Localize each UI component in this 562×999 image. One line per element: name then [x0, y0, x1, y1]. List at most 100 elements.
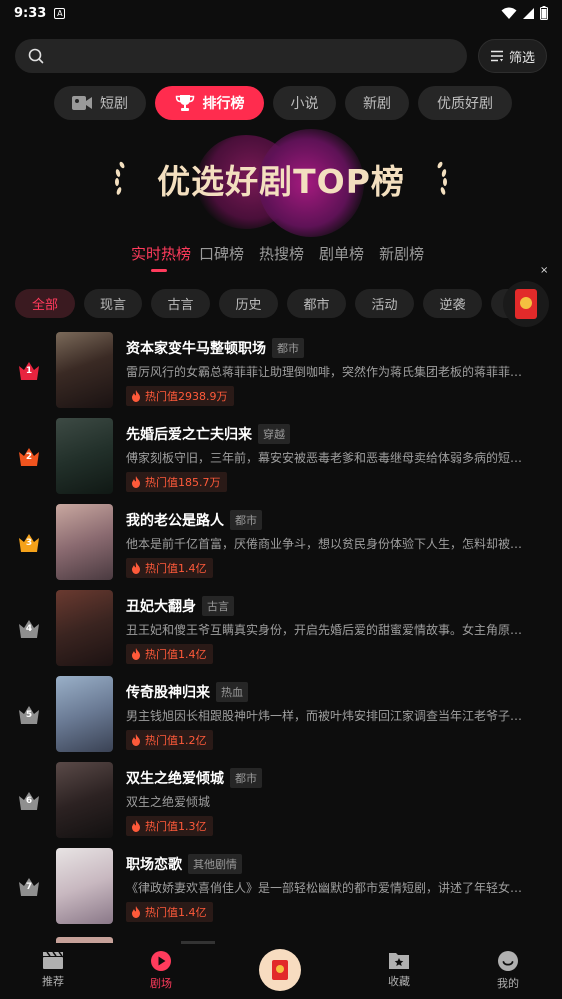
- list-item[interactable]: 4 丑妃大翻身 古言 丑王妃和傻王爷互瞒真实身份，开启先婚后爱的甜蜜爱情故事。女…: [0, 590, 562, 668]
- floating-red-envelope[interactable]: [503, 281, 549, 327]
- hot-value-badge: 热门值185.7万: [126, 472, 227, 492]
- hot-value-badge: 热门值1.2亿: [126, 730, 213, 750]
- red-envelope-icon: [515, 289, 537, 319]
- drama-description: 《律政娇妻欢喜俏佳人》是一部轻松幽默的都市爱情短剧，讲述了年轻女…: [126, 881, 523, 895]
- genre-chip[interactable]: 都市: [287, 289, 346, 318]
- tab-quality-drama[interactable]: 优质好剧: [418, 86, 512, 120]
- list-item[interactable]: 7 职场恋歌 其他剧情 《律政娇妻欢喜俏佳人》是一部轻松幽默的都市爱情短剧，讲述…: [0, 848, 562, 926]
- drama-title: 我的老公是路人: [126, 513, 224, 529]
- play-circle-icon: [151, 951, 171, 971]
- genre-chip[interactable]: 逆袭: [423, 289, 482, 318]
- genre-chip[interactable]: 活动: [355, 289, 414, 318]
- clapperboard-icon: [43, 951, 63, 969]
- drama-description: 傅家刻板守旧，三年前，幕安安被恶毒老爹和恶毒继母卖给体弱多病的短…: [126, 451, 523, 465]
- genre-filter-row: 全部 现言 古言 历史 都市 活动 逆袭 言: [15, 289, 527, 319]
- genre-chip[interactable]: 历史: [219, 289, 278, 318]
- video-camera-icon: [72, 96, 92, 110]
- tab-short-drama[interactable]: 短剧: [54, 86, 146, 120]
- flame-icon: [132, 476, 140, 488]
- search-box[interactable]: [15, 39, 467, 73]
- nav-red-envelope[interactable]: [259, 949, 301, 991]
- flame-icon: [132, 562, 140, 574]
- list-item[interactable]: 3 我的老公是路人 都市 他本是前千亿首富，厌倦商业争斗，想以贫民身份体验下人生…: [0, 504, 562, 582]
- genre-tag: 穿越: [258, 424, 290, 444]
- subtab-hot-search[interactable]: 热搜榜: [259, 243, 304, 264]
- drama-poster[interactable]: [56, 676, 113, 752]
- drama-poster[interactable]: [56, 762, 113, 838]
- rank-number: 1: [25, 366, 33, 376]
- drama-poster[interactable]: [56, 590, 113, 666]
- drama-title: 资本家变牛马整顿职场: [126, 341, 266, 357]
- hot-value: 热门值1.3亿: [145, 820, 207, 833]
- genre-chip[interactable]: 古言: [151, 289, 210, 318]
- ranking-banner: 优选好剧TOP榜: [0, 125, 562, 237]
- hot-value-badge: 热门值1.4亿: [126, 902, 213, 922]
- rank-badge: 7: [18, 876, 40, 898]
- subtab-playlist[interactable]: 剧单榜: [319, 243, 364, 264]
- rank-badge: 2: [18, 446, 40, 468]
- flame-icon: [132, 734, 140, 746]
- genre-chip-all[interactable]: 全部: [15, 289, 75, 318]
- rank-number: 7: [25, 882, 33, 892]
- nav-favorites[interactable]: 收藏: [369, 950, 429, 989]
- flame-icon: [132, 390, 140, 402]
- wifi-icon: [501, 7, 517, 19]
- smiley-icon: [498, 951, 518, 971]
- rank-number: 6: [25, 796, 33, 806]
- signal-icon: [523, 7, 534, 19]
- partial-poster: [56, 937, 113, 943]
- genre-tag: 古言: [202, 596, 234, 616]
- rank-badge: 1: [18, 360, 40, 382]
- subtab-realtime-hot[interactable]: 实时热榜: [131, 243, 191, 272]
- drama-title: 先婚后爱之亡夫归来: [126, 427, 252, 443]
- tab-novel[interactable]: 小说: [273, 86, 336, 120]
- subtab-new-drama[interactable]: 新剧榜: [379, 243, 424, 264]
- filter-label: 筛选: [508, 50, 535, 66]
- genre-tag: 都市: [230, 768, 262, 788]
- list-item[interactable]: 2 先婚后爱之亡夫归来 穿越 傅家刻板守旧，三年前，幕安安被恶毒老爹和恶毒继母卖…: [0, 418, 562, 496]
- rank-number: 5: [25, 710, 33, 720]
- status-bar: 9:33 A: [0, 0, 562, 26]
- hot-value: 热门值1.4亿: [145, 648, 207, 661]
- list-item[interactable]: 6 双生之绝爱倾城 都市 双生之绝爱倾城 热门值1.3亿: [0, 762, 562, 840]
- genre-chip[interactable]: 现言: [84, 289, 142, 318]
- drama-title: 传奇股神归来: [126, 685, 210, 701]
- rank-badge: 3: [18, 532, 40, 554]
- nav-theater[interactable]: 剧场: [131, 950, 191, 991]
- search-input[interactable]: [52, 48, 432, 64]
- red-envelope-icon: [272, 960, 288, 980]
- nav-label: 我的: [497, 977, 519, 990]
- list-item[interactable]: 1 资本家变牛马整顿职场 都市 雷厉风行的女霸总蒋菲菲让助理倒咖啡，突然作为蒋氏…: [0, 332, 562, 410]
- notification-a-icon: A: [54, 7, 66, 19]
- hot-value: 热门值1.4亿: [145, 562, 207, 575]
- list-item[interactable]: 5 传奇股神归来 热血 男主钱旭因长相跟股神叶炜一样，而被叶炜安排回江家调查当年…: [0, 676, 562, 754]
- nav-recommend[interactable]: 推荐: [23, 950, 83, 989]
- rank-number: 3: [25, 538, 33, 548]
- tab-ranking[interactable]: 排行榜: [155, 86, 264, 120]
- nav-mine[interactable]: 我的: [478, 950, 538, 991]
- drama-description: 他本是前千亿首富，厌倦商业争斗，想以贫民身份体验下人生，怎料却被…: [126, 537, 523, 551]
- close-float-icon[interactable]: ×: [540, 265, 548, 276]
- nav-label: 剧场: [150, 977, 172, 990]
- filter-button[interactable]: 筛选: [478, 39, 547, 73]
- rank-badge: 6: [18, 790, 40, 812]
- flame-icon: [132, 648, 140, 660]
- top-tabs: 短剧 排行榜 小说 新剧 优质好剧: [54, 86, 512, 120]
- hot-value: 热门值1.2亿: [145, 734, 207, 747]
- genre-tag: 都市: [230, 510, 262, 530]
- hot-value-badge: 热门值1.3亿: [126, 816, 213, 836]
- drama-poster[interactable]: [56, 504, 113, 580]
- search-row: 筛选: [15, 39, 547, 73]
- tab-label: 短剧: [100, 96, 128, 112]
- tab-new-drama[interactable]: 新剧: [345, 86, 409, 120]
- drama-poster[interactable]: [56, 848, 113, 924]
- drama-description: 雷厉风行的女霸总蒋菲菲让助理倒咖啡，突然作为蒋氏集团老板的蒋菲菲…: [126, 365, 523, 379]
- star-folder-icon: [389, 953, 409, 969]
- drama-poster[interactable]: [56, 332, 113, 408]
- subtab-reputation[interactable]: 口碑榜: [199, 243, 244, 264]
- rank-number: 2: [25, 452, 33, 462]
- hot-value-badge: 热门值1.4亿: [126, 644, 213, 664]
- nav-label: 收藏: [388, 975, 410, 988]
- drama-poster[interactable]: [56, 418, 113, 494]
- hot-value-badge: 热门值2938.9万: [126, 386, 234, 406]
